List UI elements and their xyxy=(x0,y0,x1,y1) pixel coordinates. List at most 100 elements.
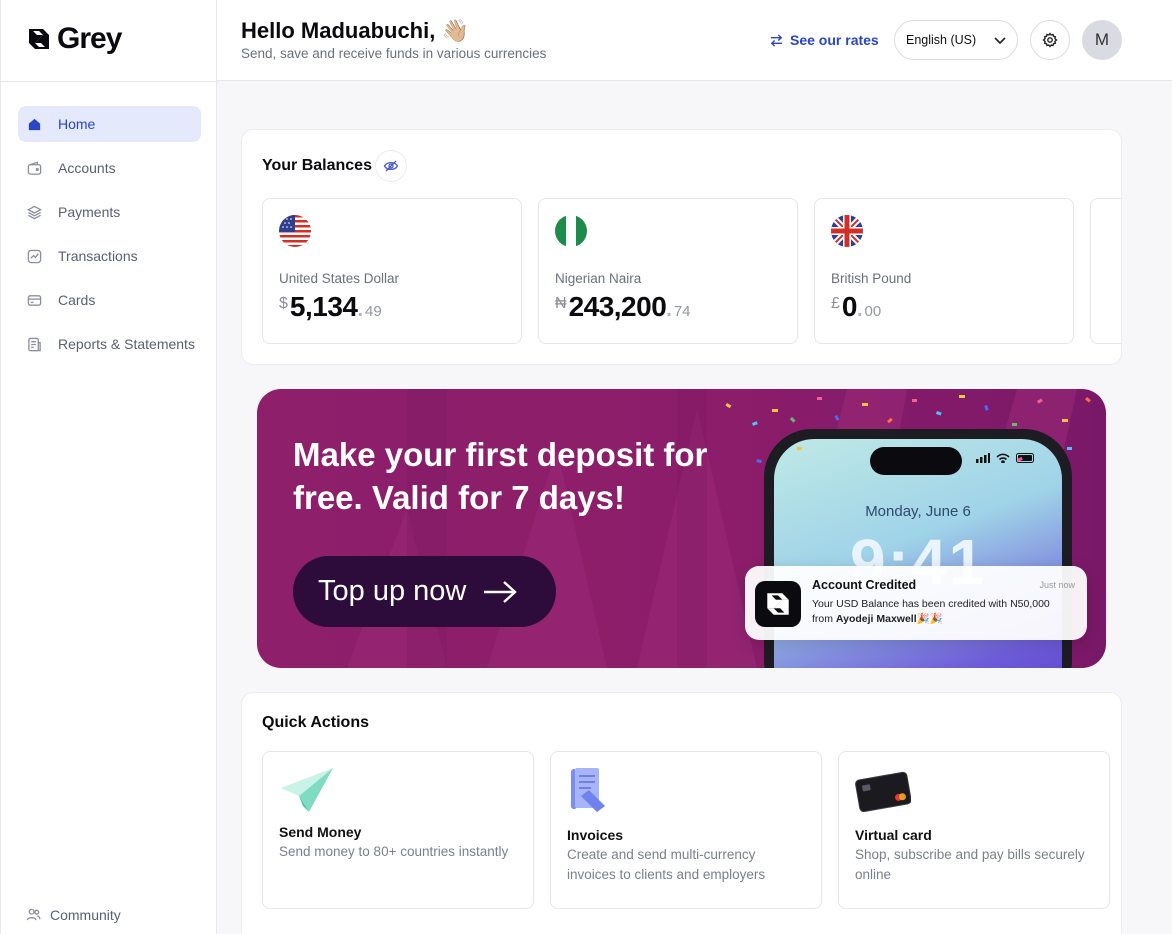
balance-amount: £ 0 . 00 xyxy=(831,291,881,323)
notification-sender: Ayodeji Maxwell🎉🎉 xyxy=(835,613,943,625)
sidebar-item-community[interactable]: Community xyxy=(26,907,121,923)
quick-actions-panel: Quick Actions Send Money Send money to 8… xyxy=(241,692,1122,934)
users-icon xyxy=(26,907,42,923)
currency-symbol: $ xyxy=(279,295,288,312)
sidebar-item-payments[interactable]: Payments xyxy=(18,194,201,230)
balance-card-gbp[interactable]: British Pound £ 0 . 00 xyxy=(814,198,1074,344)
sidebar-item-cards[interactable]: Cards xyxy=(18,282,201,318)
amount-dot: . xyxy=(856,299,863,321)
see-rates-link[interactable]: See our rates xyxy=(769,32,879,48)
balance-amount: $ 5,134 . 49 xyxy=(279,291,382,323)
notification-title: Account Credited xyxy=(812,578,917,592)
sidebar-item-reports[interactable]: Reports & Statements xyxy=(18,326,201,362)
quick-action-desc: Create and send multi-currency invoices … xyxy=(567,847,766,882)
quick-action-virtual-card[interactable]: Virtual card Shop, subscribe and pay bil… xyxy=(838,751,1110,909)
top-up-button[interactable]: Top up now xyxy=(293,556,556,627)
amount-whole: 0 xyxy=(841,291,858,322)
uk-flag-icon xyxy=(831,215,863,247)
currency-name: British Pound xyxy=(831,271,912,286)
amount-whole: 5,134 xyxy=(289,291,358,322)
chart-icon xyxy=(26,248,42,264)
currency-name: Nigerian Naira xyxy=(555,271,642,286)
balance-card-next[interactable] xyxy=(1090,198,1121,344)
sidebar-item-transactions[interactable]: Transactions xyxy=(18,238,201,274)
card-icon xyxy=(26,292,42,308)
amount-decimal: 74 xyxy=(673,303,691,320)
amount-whole: 243,200 xyxy=(568,291,667,322)
promo-banner[interactable]: Make your first deposit for free. Valid … xyxy=(257,389,1106,668)
sidebar-item-label: Payments xyxy=(58,204,121,220)
notification-body-line1: Your USD Balance has been credited with … xyxy=(812,598,1050,610)
sidebar: Grey Home Accounts Payments Transactions… xyxy=(0,0,218,934)
sidebar-item-label: Reports & Statements xyxy=(58,336,195,352)
amount-decimal: 49 xyxy=(365,303,382,320)
sidebar-item-label: Cards xyxy=(58,292,96,308)
settings-button[interactable] xyxy=(1030,20,1070,60)
logo[interactable]: Grey xyxy=(25,22,122,56)
greeting-subtitle: Send, save and receive funds in various … xyxy=(241,46,547,61)
sidebar-item-label: Home xyxy=(58,116,96,132)
top-header: Hello Maduabuchi, 👋🏼 Send, save and rece… xyxy=(217,0,1172,81)
eye-off-icon xyxy=(383,160,399,172)
sidebar-item-home[interactable]: Home xyxy=(18,106,201,142)
quick-action-title: Virtual card xyxy=(855,827,932,843)
brand-name: Grey xyxy=(57,22,122,55)
grey-app-icon xyxy=(755,581,801,627)
sidebar-item-label: Transactions xyxy=(58,248,138,264)
sidebar-divider xyxy=(1,81,218,82)
chevron-down-icon xyxy=(994,37,1006,45)
currency-symbol: £ xyxy=(831,295,840,312)
promo-headline: Make your first deposit for free. Valid … xyxy=(293,436,708,516)
see-rates-label: See our rates xyxy=(790,32,879,48)
quick-actions-title: Quick Actions xyxy=(262,714,369,731)
notification-card: Account Credited Just now Your USD Balan… xyxy=(745,566,1087,640)
amount-decimal: 00 xyxy=(864,303,882,320)
balance-cards-row: United States Dollar $ 5,134 . 49 Nigeri… xyxy=(262,198,1121,344)
top-up-label: Top up now xyxy=(318,575,467,607)
notification-body-line2: from Ayodeji Maxwell🎉🎉 xyxy=(812,612,1074,627)
wallet-icon xyxy=(26,160,42,176)
quick-actions-row: Send Money Send money to 80+ countries i… xyxy=(262,751,1110,909)
community-label: Community xyxy=(50,907,121,923)
swap-icon xyxy=(770,33,783,47)
currency-symbol: ₦ xyxy=(555,295,567,312)
quick-action-title: Invoices xyxy=(567,827,624,843)
grey-logo-icon xyxy=(29,29,49,49)
ng-flag-icon xyxy=(555,215,587,247)
toggle-balance-visibility-button[interactable] xyxy=(375,150,407,182)
notification-time: Just now xyxy=(1039,580,1075,590)
phone-date: Monday, June 6 xyxy=(865,503,971,520)
balances-panel: Your Balances United States Dollar $ 5,1… xyxy=(241,129,1122,365)
gear-icon xyxy=(1042,32,1058,48)
sidebar-item-label: Accounts xyxy=(58,160,116,176)
quick-action-title: Send Money xyxy=(279,824,362,840)
quick-action-desc: Send money to 80+ countries instantly xyxy=(279,844,509,859)
avatar[interactable]: M xyxy=(1082,20,1122,60)
sidebar-item-accounts[interactable]: Accounts xyxy=(18,150,201,186)
notification-from: from xyxy=(812,613,836,625)
quick-action-send-money[interactable]: Send Money Send money to 80+ countries i… xyxy=(262,751,534,909)
currency-name: United States Dollar xyxy=(279,271,400,286)
confetti-decoration xyxy=(725,395,1091,464)
paper-plane-icon xyxy=(281,768,333,812)
home-icon xyxy=(26,116,42,132)
language-value: English (US) xyxy=(906,33,977,47)
balances-title: Your Balances xyxy=(262,157,372,174)
amount-dot: . xyxy=(357,299,364,321)
us-flag-icon xyxy=(279,215,311,247)
invoice-icon xyxy=(571,768,605,812)
layers-icon xyxy=(26,204,42,220)
language-select[interactable]: English (US) xyxy=(894,20,1018,60)
amount-dot: . xyxy=(666,299,672,321)
sidebar-nav: Home Accounts Payments Transactions Card… xyxy=(18,106,201,370)
report-icon xyxy=(26,336,42,352)
arrow-right-icon xyxy=(484,580,518,603)
quick-action-desc: Shop, subscribe and pay bills securely o… xyxy=(855,847,1085,882)
quick-action-invoices[interactable]: Invoices Create and send multi-currency … xyxy=(550,751,822,909)
greeting-title: Hello Maduabuchi, 👋🏼 xyxy=(241,18,469,43)
virtual-card-icon xyxy=(855,771,911,813)
balance-card-ngn[interactable]: Nigerian Naira ₦ 243,200 . 74 xyxy=(538,198,798,344)
balance-card-usd[interactable]: United States Dollar $ 5,134 . 49 xyxy=(262,198,522,344)
notification-body: Your USD Balance has been credited with … xyxy=(812,597,1074,627)
balance-amount: ₦ 243,200 . 74 xyxy=(555,291,691,323)
